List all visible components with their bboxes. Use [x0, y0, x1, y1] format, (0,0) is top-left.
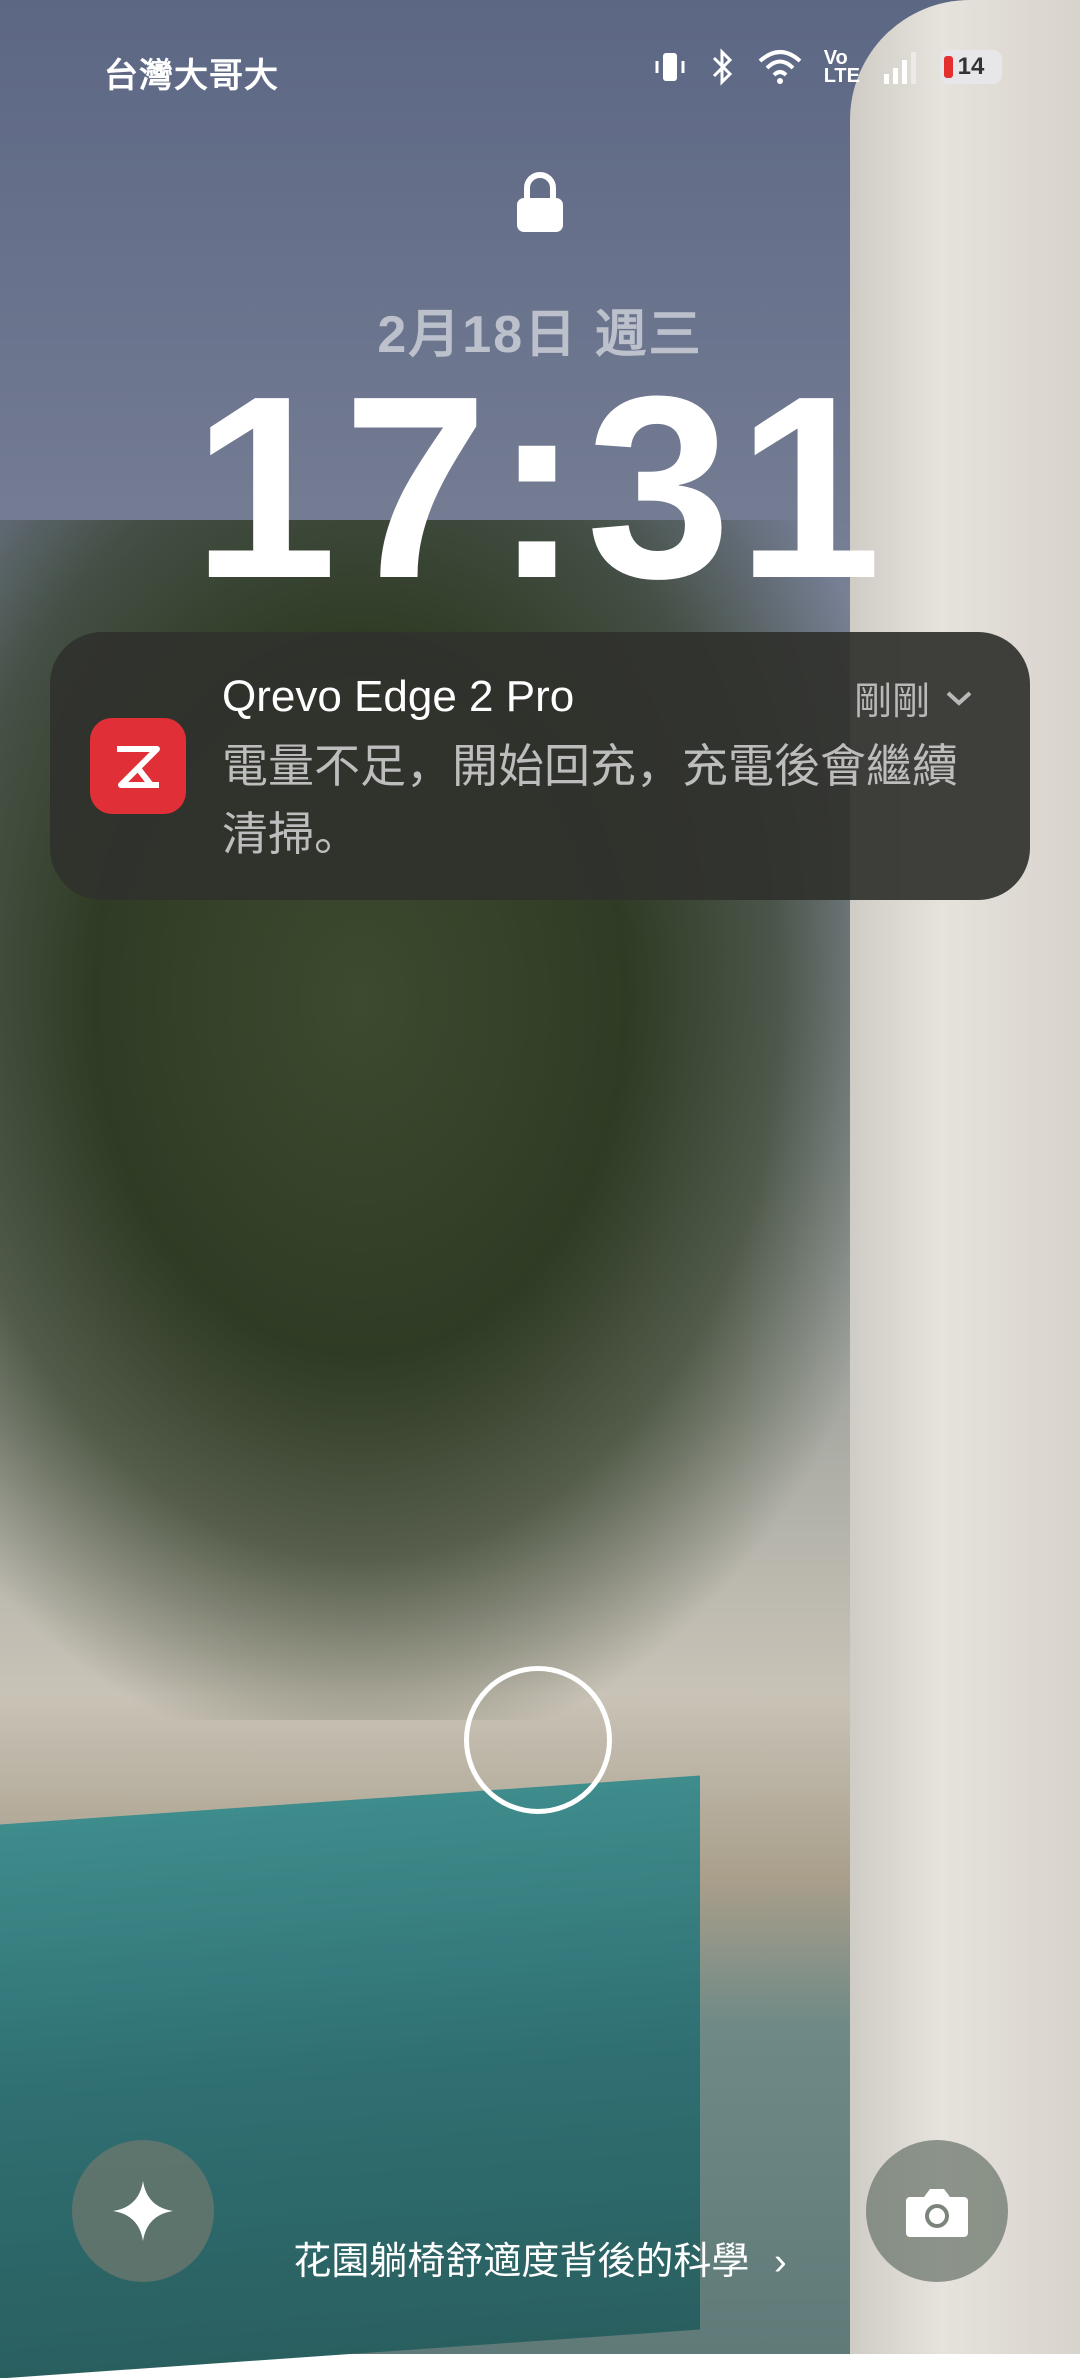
- wallpaper-caption-link[interactable]: 花園躺椅舒適度背後的科學 ›: [0, 2230, 1080, 2285]
- battery-low-fill: [944, 56, 953, 78]
- notification-timestamp: 剛剛: [853, 681, 930, 723]
- fingerprint-ring-icon[interactable]: [464, 1666, 612, 1814]
- notification-time[interactable]: 剛剛: [854, 670, 974, 725]
- vibrate-icon: [655, 53, 685, 81]
- battery-level: 14: [957, 53, 985, 80]
- notification-title: Qrevo Edge 2 Pro: [222, 672, 575, 721]
- chevron-down-icon[interactable]: [944, 688, 974, 708]
- status-bar: 台灣大哥大 Vo LTE 14: [0, 0, 1080, 140]
- app-icon: [90, 718, 186, 814]
- status-icons: Vo LTE 14: [652, 48, 1002, 86]
- notification-message: 電量不足，開始回充，充電後會繼續清掃。: [222, 740, 958, 860]
- roborock-logo-icon: [117, 746, 160, 788]
- wifi-icon: [758, 50, 802, 84]
- wallpaper-pool: [0, 1775, 700, 2378]
- notification-card[interactable]: Qrevo Edge 2 Pro 剛剛 電量不足，開始回充，充電後會繼續清掃。: [50, 632, 1030, 900]
- bluetooth-icon: [712, 48, 732, 86]
- lockscreen-clock: 17:31: [192, 343, 888, 633]
- carrier-name: 台灣大哥大: [104, 57, 279, 95]
- caption-text: 花園躺椅舒適度背後的科學: [293, 2241, 750, 2283]
- chevron-right-icon: ›: [773, 2241, 787, 2283]
- lock-icon: [517, 172, 563, 232]
- signal-icon: [884, 52, 916, 84]
- battery-indicator: 14: [940, 50, 1002, 84]
- volte-label: Vo LTE: [823, 47, 860, 87]
